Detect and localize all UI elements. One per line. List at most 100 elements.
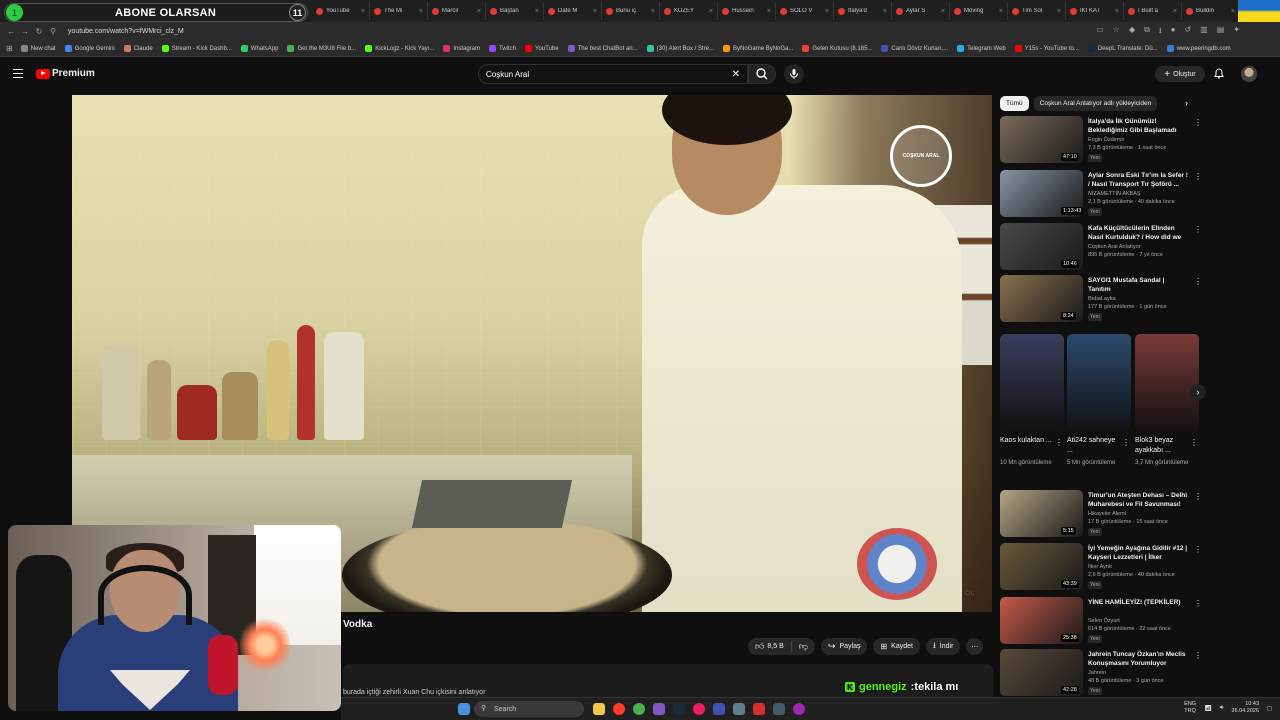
cast-icon[interactable]: ▭ xyxy=(1096,25,1104,39)
bookmark-star-icon[interactable]: ☆ xyxy=(1113,25,1120,39)
input-language-indicator[interactable]: ENG TRQ xyxy=(1184,701,1196,715)
more-vertical-icon[interactable]: ⋮ xyxy=(1194,651,1202,660)
recommended-video[interactable]: 47:10 İtalya'da İlk Günümüz! Beklediğimiz… xyxy=(1000,116,1202,164)
shorts-title[interactable]: Kaos kulaktan ... xyxy=(1000,436,1052,446)
taskbar-app-icon-2[interactable] xyxy=(733,703,745,715)
tab-close-icon[interactable]: × xyxy=(1231,8,1235,15)
bookmark-item[interactable]: Claude xyxy=(123,45,153,52)
obs-icon[interactable] xyxy=(693,703,705,715)
shorts-title[interactable]: Blok3 beyaz ayakkabı ... xyxy=(1135,436,1187,456)
tab-close-icon[interactable]: × xyxy=(593,8,597,15)
bookmark-item[interactable]: Canlı Döviz Kurları,... xyxy=(881,45,948,52)
voice-search-button[interactable] xyxy=(784,64,804,84)
bookmark-item[interactable]: Gelen Kutusu (8.185... xyxy=(802,45,872,52)
browser-tab[interactable]: I Built a × xyxy=(1124,2,1182,20)
forward-arrow-icon[interactable]: → xyxy=(18,27,32,36)
recommended-video[interactable]: 25:38 YİNE HAMİLEYİZ! (TEPKİLER) Selen Özy… xyxy=(1000,597,1202,645)
tab-close-icon[interactable]: × xyxy=(709,8,713,15)
youtube-premium-logo[interactable]: Premium xyxy=(36,68,95,79)
video-title[interactable]: İtalya'da İlk Günümüz! Beklediğimiz Gibi… xyxy=(1088,117,1188,135)
recommended-video[interactable]: 8:24 SAYGI1 Mustafa Sandal | Tanıtım BabaL… xyxy=(1000,275,1202,323)
bookmark-item[interactable]: Instagram xyxy=(443,45,480,52)
more-vertical-icon[interactable]: ⋮ xyxy=(1194,118,1202,127)
file-explorer-icon[interactable] xyxy=(593,703,605,715)
shorts-title[interactable]: Ati242 sahneye ... xyxy=(1067,436,1119,456)
video-title[interactable]: Aylar Sonra Eski Tır'ım la Sefer ! / Nas… xyxy=(1088,171,1188,189)
hamburger-menu-icon[interactable] xyxy=(13,69,23,78)
browser-tab[interactable]: KUZEY × xyxy=(660,2,718,20)
browser-tab[interactable]: Aylar S × xyxy=(892,2,950,20)
shorts-next-arrow-icon[interactable]: › xyxy=(1190,384,1206,400)
opera-browser-icon[interactable] xyxy=(613,703,625,715)
search-button[interactable] xyxy=(748,64,776,84)
channel-name[interactable]: Coşkun Aral Anlatıyor xyxy=(1088,244,1141,250)
tab-close-icon[interactable]: × xyxy=(651,8,655,15)
video-title[interactable]: İyi Yemeğin Ayağına Gidilir #12 | Kayser… xyxy=(1088,544,1188,562)
more-vertical-icon[interactable]: ⋮ xyxy=(1194,277,1202,286)
shorts-thumbnail[interactable] xyxy=(1000,334,1064,432)
shorts-item[interactable]: Kaos kulaktan ... 10 Mn görüntüleme ⋮ xyxy=(1000,334,1064,479)
site-info-icon[interactable]: ⚲ xyxy=(46,27,60,36)
extensions-puzzle-icon[interactable]: ⧉ xyxy=(1144,25,1150,39)
more-vertical-icon[interactable]: ⋮ xyxy=(1194,492,1202,501)
bookmark-item[interactable]: The best ChatBot an... xyxy=(567,45,638,52)
channel-name[interactable]: BabaLayka xyxy=(1088,296,1116,302)
taskbar-app-icon-3[interactable] xyxy=(753,703,765,715)
search-input[interactable]: Coşkun Aral ✕ xyxy=(478,64,748,84)
bookmark-item[interactable]: Get the M3U8 File b... xyxy=(287,45,356,52)
channel-name[interactable]: Engin Özdemir xyxy=(1088,137,1124,143)
browser-tab[interactable]: Marcir × xyxy=(428,2,486,20)
more-vertical-icon[interactable]: ⋮ xyxy=(1194,172,1202,181)
back-arrow-icon[interactable]: ← xyxy=(4,27,18,36)
taskbar-clock[interactable]: 10:43 26.04.2026 xyxy=(1231,701,1259,715)
bookmark-item[interactable]: DeepL Translate: Dü... xyxy=(1087,45,1158,52)
url-field[interactable]: youtube.com/watch?v=fWMrci_clz_M xyxy=(68,28,184,35)
share-button[interactable]: ↪ Paylaş xyxy=(820,638,868,655)
filter-chip[interactable]: Tümü xyxy=(1000,95,1029,111)
shorts-item[interactable]: Ati242 sahneye ... 5 Mn görüntüleme ⋮ xyxy=(1067,334,1131,479)
history-icon[interactable]: ↺ xyxy=(1184,25,1191,39)
tab-close-icon[interactable]: × xyxy=(1173,8,1177,15)
more-vertical-icon[interactable]: ⋮ xyxy=(1194,225,1202,234)
channel-name[interactable]: Jahrein xyxy=(1088,670,1106,676)
tab-close-icon[interactable]: × xyxy=(941,8,945,15)
filter-chip[interactable]: Coşkun Aral Anlatıyor adlı yükleyiciden xyxy=(1033,95,1158,111)
browser-tab[interactable]: YouTube × xyxy=(312,2,370,20)
account-avatar[interactable] xyxy=(1241,66,1257,82)
notification-center-icon[interactable]: ◻ xyxy=(1267,705,1272,712)
bookmark-item[interactable]: New chat xyxy=(20,45,56,52)
recommended-video[interactable]: 5:15 Timur'un Ateşten Dehası – Delhi Muha… xyxy=(1000,490,1202,538)
browser-tab[interactable]: Buildin × xyxy=(1182,2,1240,20)
split-view-icon[interactable]: ▥ xyxy=(1200,25,1208,39)
video-title[interactable]: Kafa Küçültücülerin Elinden Nasıl Kurtul… xyxy=(1088,224,1188,242)
channel-name[interactable]: Hikayeler Alemi xyxy=(1088,511,1126,517)
network-icon[interactable]: 📶︎ xyxy=(1204,705,1212,712)
download-icon[interactable]: ⭳ xyxy=(1159,25,1162,39)
tab-close-icon[interactable]: × xyxy=(999,8,1003,15)
channel-name[interactable]: İlker Ayrık xyxy=(1088,564,1112,570)
channel-name[interactable]: NİZAMETTİN AKBAŞ xyxy=(1088,191,1141,197)
browser-tab[interactable]: Date M × xyxy=(544,2,602,20)
notifications-bell-icon[interactable] xyxy=(1214,68,1224,79)
recommended-video[interactable]: 43:39 İyi Yemeğin Ayağına Gidilir #12 | K… xyxy=(1000,543,1202,591)
like-button[interactable]: 👍︎ 8,5 B xyxy=(755,641,784,652)
tab-close-icon[interactable]: × xyxy=(825,8,829,15)
bookmark-item[interactable]: Twitch xyxy=(489,45,516,52)
tab-close-icon[interactable]: × xyxy=(535,8,539,15)
apps-grid-icon[interactable]: ⊞ xyxy=(6,44,13,53)
shorts-item[interactable]: Blok3 beyaz ayakkabı ... 3,7 Mn görüntüle… xyxy=(1135,334,1199,479)
taskbar-app-icon-4[interactable] xyxy=(773,703,785,715)
extension-icon[interactable]: ◆ xyxy=(1129,25,1135,39)
video-title[interactable]: YİNE HAMİLEYİZ! (TEPKİLER) xyxy=(1088,598,1188,607)
taskbar-app-icon-5[interactable] xyxy=(793,703,805,715)
bookmark-item[interactable]: WhatsApp xyxy=(240,45,278,52)
bookmark-item[interactable]: Y15s - YouTube to... xyxy=(1014,45,1079,52)
browser-tab[interactable]: İKİ KAT × xyxy=(1066,2,1124,20)
copilot-icon[interactable]: ✦ xyxy=(1233,25,1240,39)
video-title[interactable]: SAYGI1 Mustafa Sandal | Tanıtım xyxy=(1088,276,1188,294)
bookmark-item[interactable]: www.peeringdb.com xyxy=(1166,45,1231,52)
download-button[interactable]: ⭳ İndir xyxy=(925,638,961,655)
more-vertical-icon[interactable]: ⋮ xyxy=(1055,438,1063,447)
bookmark-item[interactable]: ByNoGame ByNoGa... xyxy=(723,45,793,52)
bookmark-item[interactable]: Stream - Kick Dashb... xyxy=(161,45,232,52)
